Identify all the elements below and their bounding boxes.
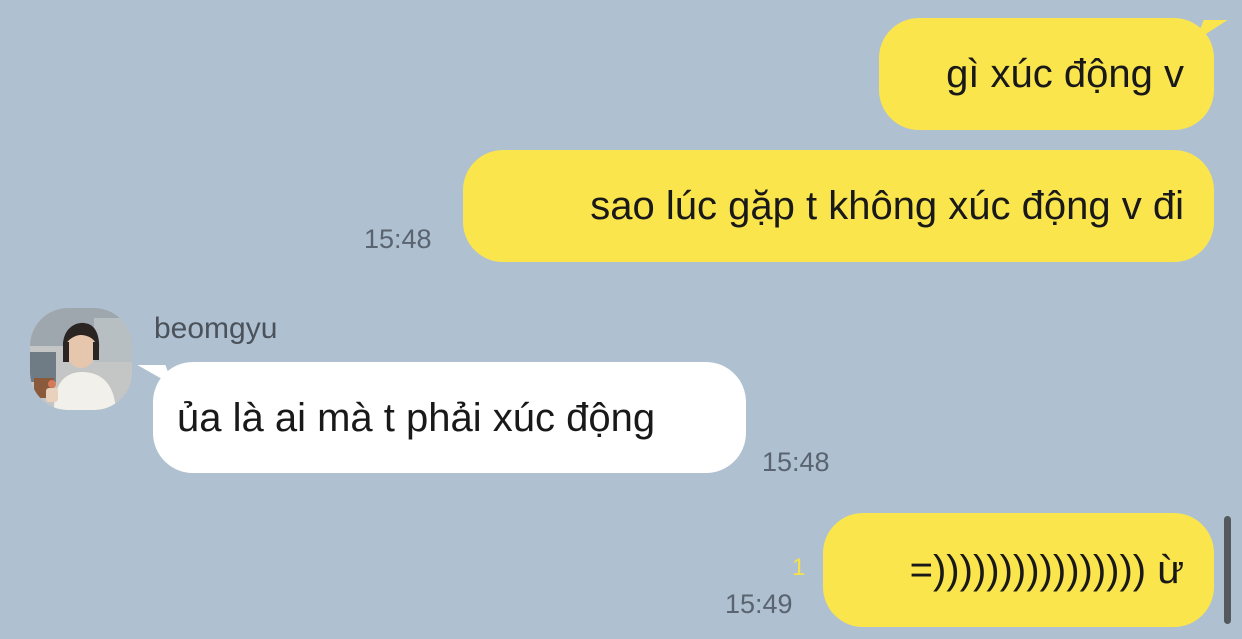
scrollbar[interactable] xyxy=(1224,516,1231,624)
message-timestamp: 15:48 xyxy=(762,447,830,477)
chat-window: gì xúc động v sao lúc gặp t không xúc độ… xyxy=(0,0,1242,639)
outgoing-message-bubble[interactable]: sao lúc gặp t không xúc động v đi xyxy=(463,150,1214,262)
message-text: ủa là ai mà t phải xúc động xyxy=(177,395,656,440)
bubble-tail xyxy=(1196,20,1228,40)
unread-count: 1 xyxy=(792,554,806,581)
message-timestamp: 15:49 xyxy=(725,589,793,619)
message-text: gì xúc động v xyxy=(946,52,1184,96)
message-timestamp: 15:48 xyxy=(364,224,432,254)
incoming-message-bubble[interactable]: ủa là ai mà t phải xúc động xyxy=(153,362,746,473)
sender-name: beomgyu xyxy=(154,312,278,345)
outgoing-message-bubble[interactable]: gì xúc động v xyxy=(879,18,1214,130)
outgoing-message-bubble[interactable]: =)))))))))))))))) ừ xyxy=(823,513,1214,627)
sender-avatar[interactable] xyxy=(30,308,132,410)
message-text: sao lúc gặp t không xúc động v đi xyxy=(590,184,1184,228)
message-text: =)))))))))))))))) ừ xyxy=(909,548,1184,592)
avatar-photo-icon xyxy=(30,308,132,410)
bubble-tail xyxy=(137,365,173,385)
